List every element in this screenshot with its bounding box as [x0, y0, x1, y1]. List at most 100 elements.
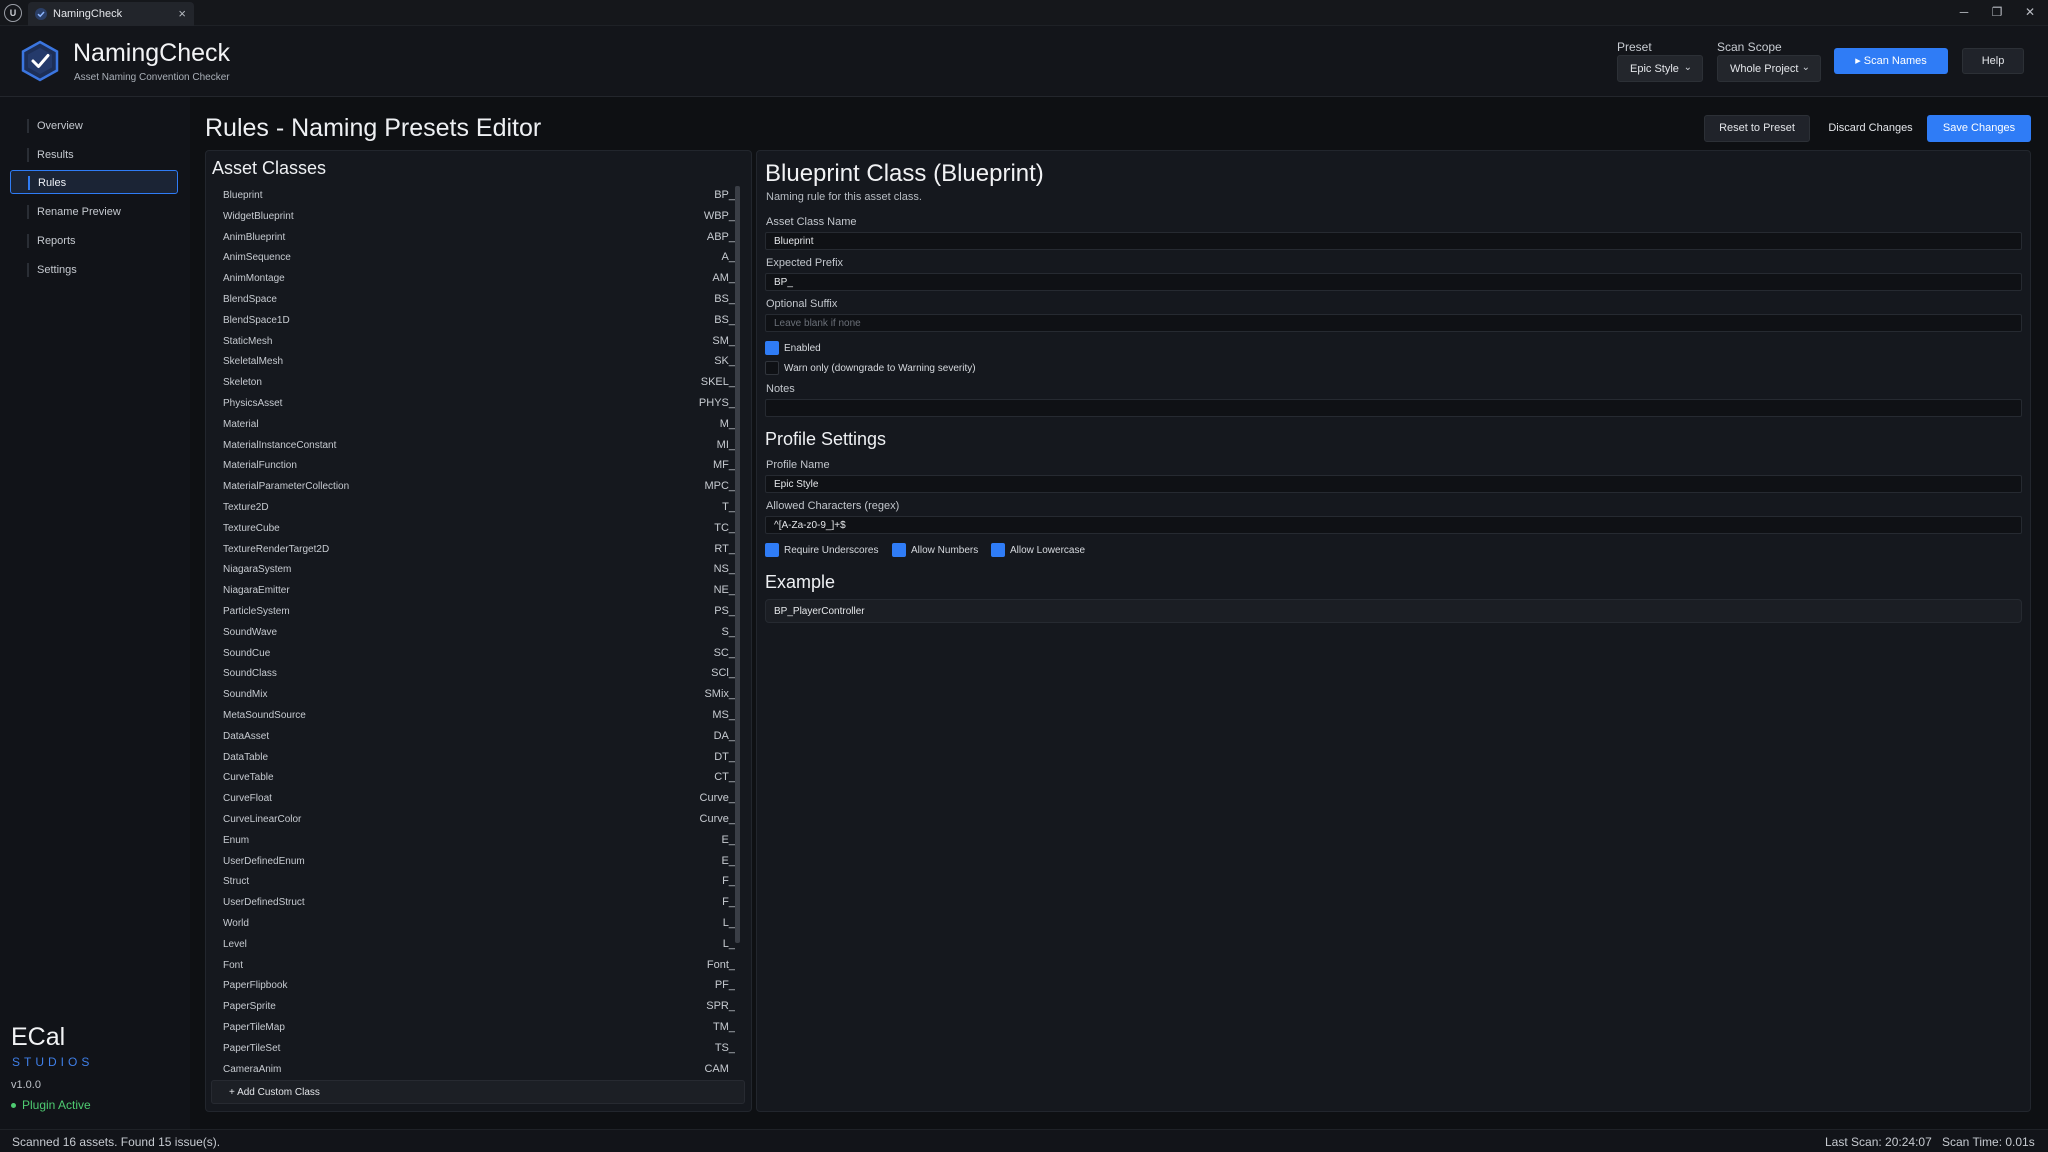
help-button[interactable]: Help [1962, 48, 2024, 74]
asset-class-row[interactable]: SoundMix SMix_ [215, 685, 735, 705]
asset-class-row[interactable]: DataTable DT_ [215, 748, 735, 768]
nav-indicator [27, 205, 29, 219]
asset-class-row[interactable]: PaperTileSet TS_ [215, 1039, 735, 1059]
preset-dropdown[interactable]: Epic Style ⌄ [1617, 55, 1703, 82]
asset-class-row[interactable]: World L_ [215, 914, 735, 934]
asset-list-scrollbar-thumb[interactable] [735, 186, 740, 943]
nav-indicator [27, 148, 29, 162]
asset-class-prefix: E_ [721, 854, 735, 867]
asset-class-row[interactable]: StaticMesh SM_ [215, 332, 735, 352]
asset-class-row[interactable]: TextureRenderTarget2D RT_ [215, 540, 735, 560]
sidebar-item-reports[interactable]: Reports [10, 229, 178, 253]
asset-class-row[interactable]: MetaSoundSource MS_ [215, 706, 735, 726]
asset-class-row[interactable]: Level L_ [215, 935, 735, 955]
asset-class-prefix: Curve_ [699, 792, 735, 805]
asset-class-name: Skeleton [223, 377, 262, 389]
preset-value: Epic Style [1630, 63, 1679, 75]
scan-names-button[interactable]: ▸ Scan Names [1834, 48, 1948, 74]
asset-class-row[interactable]: PaperTileMap TM_ [215, 1018, 735, 1038]
asset-class-row[interactable]: Struct F_ [215, 872, 735, 892]
asset-class-row[interactable]: BlendSpace BS_ [215, 290, 735, 310]
asset-class-row[interactable]: PaperSprite SPR_ [215, 997, 735, 1017]
restore-icon[interactable]: ❐ [1984, 3, 2010, 23]
nav-indicator [28, 176, 30, 190]
asset-class-row[interactable]: AnimBlueprint ABP_ [215, 228, 735, 248]
save-changes-button[interactable]: Save Changes [1927, 115, 2031, 142]
asset-class-row[interactable]: CurveLinearColor Curve_ [215, 810, 735, 830]
asset-class-row[interactable]: SkeletalMesh SK_ [215, 352, 735, 372]
close-window-icon[interactable]: ✕ [2017, 3, 2043, 23]
unreal-engine-icon[interactable]: U [4, 4, 22, 22]
asset-class-row[interactable]: UserDefinedStruct F_ [215, 893, 735, 913]
allow-lowercase-checkbox[interactable] [991, 543, 1005, 557]
asset-class-row[interactable]: MaterialInstanceConstant MI_ [215, 436, 735, 456]
asset-class-row[interactable]: TextureCube TC_ [215, 519, 735, 539]
asset-class-row[interactable]: AnimSequence A_ [215, 248, 735, 268]
asset-class-row[interactable]: WidgetBlueprint WBP_ [215, 207, 735, 227]
asset-class-row[interactable]: UserDefinedEnum E_ [215, 852, 735, 872]
asset-class-prefix: PHYS_ [698, 397, 735, 409]
asset-class-row[interactable]: ParticleSystem PS_ [215, 602, 735, 622]
asset-class-row[interactable]: CameraAnim CAM_ [215, 1060, 735, 1072]
add-custom-class-button[interactable]: + Add Custom Class [211, 1080, 745, 1104]
asset-class-row[interactable]: PhysicsAsset PHYS_ [215, 394, 735, 414]
notes-input[interactable] [765, 399, 2022, 417]
enabled-checkbox[interactable] [765, 341, 779, 355]
minimize-icon[interactable]: ─ [1951, 3, 1977, 23]
asset-class-row[interactable]: Font Font_ [215, 956, 735, 976]
sidebar-item-results[interactable]: Results [10, 143, 178, 167]
asset-class-name: Font [223, 959, 244, 971]
asset-class-prefix: NE_ [713, 584, 735, 597]
asset-class-row[interactable]: SoundWave S_ [215, 623, 735, 643]
asset-class-row[interactable]: BlendSpace1D BS_ [215, 311, 735, 331]
asset-class-row[interactable]: CurveTable CT_ [215, 768, 735, 788]
rule-editor-panel [756, 150, 2031, 1112]
asset-class-name-input[interactable]: Blueprint [765, 232, 2022, 250]
asset-class-row[interactable]: DataAsset DA_ [215, 727, 735, 747]
optional-suffix-input[interactable]: Leave blank if none [765, 314, 2022, 332]
asset-class-row[interactable]: Blueprint BP_ [215, 186, 735, 206]
asset-class-name: Texture2D [223, 502, 269, 513]
asset-class-row[interactable]: SoundCue SC_ [215, 644, 735, 664]
asset-class-row[interactable]: NiagaraSystem NS_ [215, 560, 735, 580]
asset-class-row[interactable]: Texture2D T_ [215, 498, 735, 518]
close-tab-icon[interactable]: × [178, 6, 186, 21]
asset-class-name: SoundWave [223, 626, 278, 638]
asset-class-row[interactable]: Material M_ [215, 415, 735, 435]
asset-class-row[interactable]: MaterialFunction MF_ [215, 456, 735, 476]
editor-subtitle: Naming rule for this asset class. [766, 191, 922, 203]
sidebar-item-label: Settings [37, 264, 77, 276]
warn-only-label: Warn only (downgrade to Warning severity… [784, 363, 976, 374]
expected-prefix-input[interactable]: BP_ [765, 273, 2022, 291]
profile-name-input[interactable]: Epic Style [765, 475, 2022, 493]
asset-class-name: StaticMesh [223, 335, 273, 347]
asset-class-name: NiagaraEmitter [223, 585, 290, 597]
asset-class-name: TextureRenderTarget2D [223, 543, 330, 555]
sidebar-item-overview[interactable]: Overview [10, 114, 178, 138]
allowed-characters-input[interactable]: ^[A-Za-z0-9_]+$ [765, 516, 2022, 534]
brand-subtitle: STUDIOS [12, 1055, 94, 1069]
asset-class-prefix: MPC_ [704, 480, 735, 493]
scan-scope-dropdown[interactable]: Whole Project ⌄ [1717, 55, 1821, 82]
require-underscores-checkbox[interactable] [765, 543, 779, 557]
asset-class-name: CameraAnim [223, 1063, 282, 1072]
asset-class-row[interactable]: Enum E_ [215, 831, 735, 851]
discard-changes-button[interactable]: Discard Changes [1822, 115, 1919, 142]
warn-only-checkbox[interactable] [765, 361, 779, 375]
reset-to-preset-button[interactable]: Reset to Preset [1704, 115, 1810, 142]
asset-class-row[interactable]: AnimMontage AM_ [215, 269, 735, 289]
sidebar-item-settings[interactable]: Settings [10, 258, 178, 282]
asset-class-row[interactable]: MaterialParameterCollection MPC_ [215, 477, 735, 497]
asset-class-prefix: SK_ [714, 355, 735, 368]
asset-class-row[interactable]: CurveFloat Curve_ [215, 789, 735, 809]
asset-class-row[interactable]: SoundClass SCl_ [215, 664, 735, 684]
allow-numbers-checkbox[interactable] [892, 543, 906, 557]
asset-class-row[interactable]: PaperFlipbook PF_ [215, 976, 735, 996]
asset-class-row[interactable]: NiagaraEmitter NE_ [215, 581, 735, 601]
sidebar-item-rules[interactable]: Rules [10, 170, 178, 194]
asset-class-row[interactable]: Skeleton SKEL_ [215, 373, 735, 393]
sidebar-item-rename-preview[interactable]: Rename Preview [10, 200, 178, 224]
sidebar-item-label: Results [37, 149, 74, 161]
tab-namingcheck[interactable]: NamingCheck × [28, 2, 194, 26]
editor-title: Blueprint Class (Blueprint) [765, 160, 1044, 187]
